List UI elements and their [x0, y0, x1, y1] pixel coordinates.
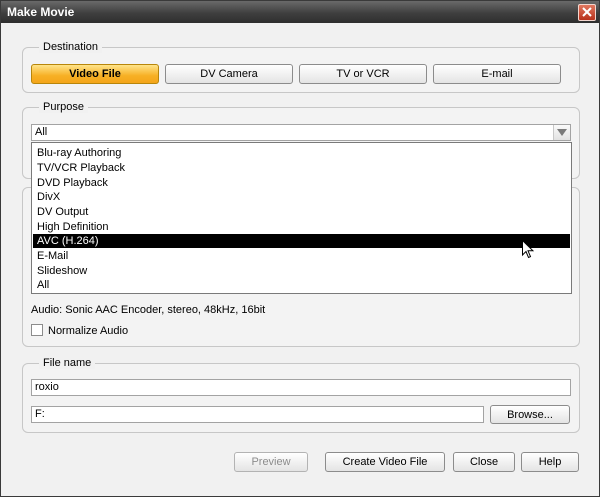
help-button[interactable]: Help [521, 452, 579, 472]
email-button[interactable]: E-mail [433, 64, 561, 84]
preview-button[interactable]: Preview [234, 452, 308, 472]
mouse-cursor-icon [522, 240, 534, 259]
destination-legend: Destination [39, 41, 103, 53]
purpose-select[interactable]: All [31, 124, 571, 141]
chevron-down-icon [557, 129, 567, 136]
normalize-audio-label[interactable]: Normalize Audio [48, 325, 128, 337]
purpose-options-list: Blu-ray Authoring TV/VCR Playback DVD Pl… [31, 142, 572, 294]
option-dv-output[interactable]: DV Output [33, 205, 570, 219]
make-movie-dialog: Make Movie Destination Video File DV Cam… [0, 0, 600, 497]
close-button[interactable]: Close [453, 452, 515, 472]
purpose-selected-value: All [35, 126, 48, 138]
audio-info-text: Audio: Sonic AAC Encoder, stereo, 48kHz,… [31, 304, 266, 316]
option-tv-vcr-playback[interactable]: TV/VCR Playback [33, 161, 570, 175]
file-path-input[interactable]: F: [31, 406, 484, 423]
option-high-definition[interactable]: High Definition [33, 220, 570, 234]
title-bar[interactable]: Make Movie [1, 1, 599, 23]
window-title: Make Movie [7, 5, 75, 19]
option-slideshow[interactable]: Slideshow [33, 264, 570, 278]
file-name-input[interactable]: roxio [31, 379, 571, 396]
option-all[interactable]: All [33, 278, 570, 292]
option-e-mail[interactable]: E-Mail [33, 249, 570, 263]
tv-or-vcr-button[interactable]: TV or VCR [299, 64, 427, 84]
option-avc-h264[interactable]: AVC (H.264) [33, 234, 570, 248]
close-icon [582, 7, 592, 17]
purpose-legend: Purpose [39, 101, 88, 113]
normalize-audio-checkbox[interactable] [31, 324, 43, 336]
file-name-legend: File name [39, 357, 96, 369]
option-divx[interactable]: DivX [33, 190, 570, 204]
create-video-file-button[interactable]: Create Video File [325, 452, 445, 472]
browse-button[interactable]: Browse... [490, 405, 570, 424]
option-blu-ray-authoring[interactable]: Blu-ray Authoring [33, 146, 570, 160]
purpose-dropdown-toggle[interactable] [553, 125, 570, 140]
close-window-button[interactable] [578, 4, 596, 21]
option-dvd-playback[interactable]: DVD Playback [33, 176, 570, 190]
video-file-button[interactable]: Video File [31, 64, 159, 84]
dv-camera-button[interactable]: DV Camera [165, 64, 293, 84]
